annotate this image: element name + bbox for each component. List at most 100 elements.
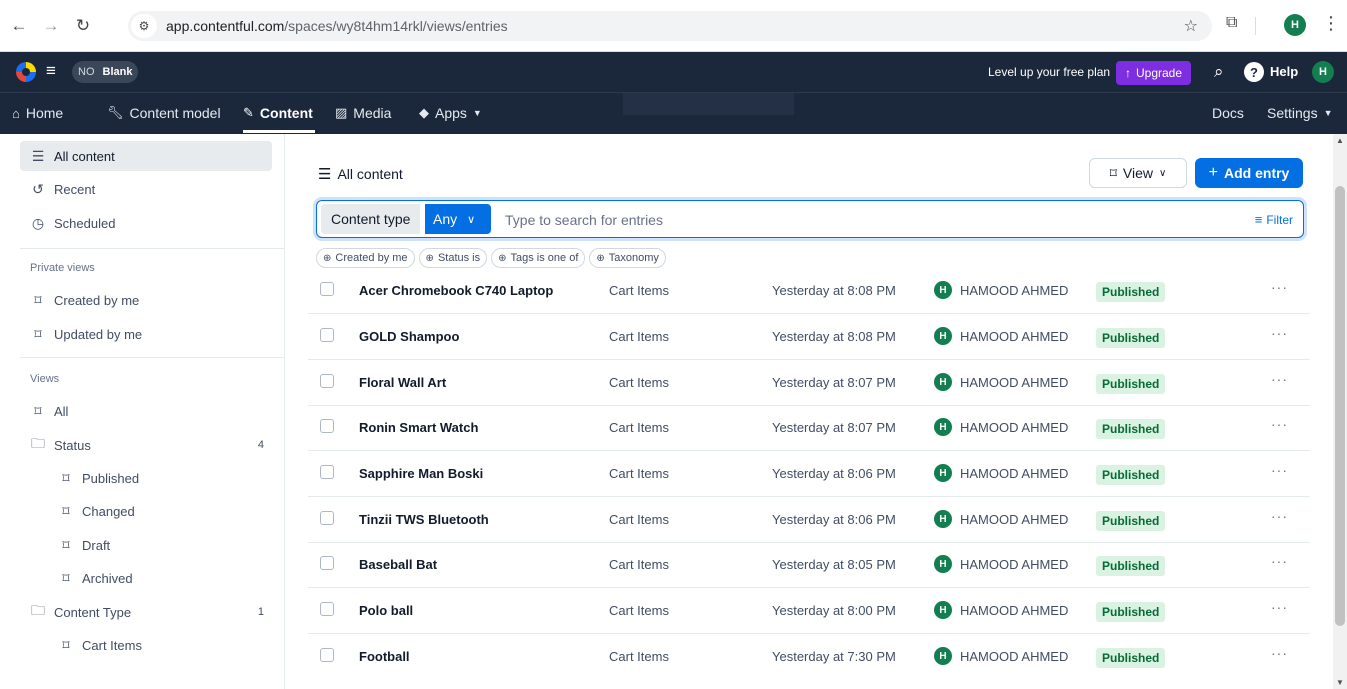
content-type-select[interactable]: Any ∨: [425, 204, 491, 234]
space-switcher[interactable]: NO Blank: [72, 61, 139, 83]
table-row[interactable]: GOLD Shampoo Cart Items Yesterday at 8:0…: [308, 314, 1310, 360]
entry-name[interactable]: Polo ball: [359, 603, 413, 618]
table-row[interactable]: Tinzii TWS Bluetooth Cart Items Yesterda…: [308, 497, 1310, 543]
entry-updated: Yesterday at 8:07 PM: [772, 420, 896, 435]
nav-content[interactable]: ✎ Content: [243, 105, 313, 121]
row-checkbox[interactable]: [320, 511, 334, 525]
arrow-left-icon[interactable]: ←: [6, 13, 32, 39]
scroll-down-icon[interactable]: ▼: [1336, 678, 1344, 687]
sidebar-item-content-type[interactable]: 🗀︎ Content Type 1: [20, 597, 272, 627]
help-icon[interactable]: ?: [1244, 62, 1264, 82]
filter-button[interactable]: ≡ Filter: [1255, 212, 1293, 227]
nav-media[interactable]: ▨ Media: [335, 105, 391, 121]
upgrade-button[interactable]: ↑ Upgrade: [1116, 61, 1192, 85]
row-checkbox[interactable]: [320, 648, 334, 662]
tune-icon[interactable]: ⚙: [131, 14, 157, 38]
table-row[interactable]: Polo ball Cart Items Yesterday at 8:00 P…: [308, 588, 1310, 634]
sidebar-item-updated-by-me[interactable]: ⌑ Updated by me: [20, 319, 272, 349]
user-avatar[interactable]: H: [1312, 61, 1334, 83]
table-row[interactable]: Sapphire Man Boski Cart Items Yesterday …: [308, 451, 1310, 497]
table-row[interactable]: Acer Chromebook C740 Laptop Cart Items Y…: [308, 268, 1310, 314]
entry-name[interactable]: GOLD Shampoo: [359, 329, 459, 344]
table-row[interactable]: Football Cart Items Yesterday at 7:30 PM…: [308, 634, 1310, 680]
nav-content-model[interactable]: 🔧︎ Content model: [107, 105, 221, 121]
more-actions-icon[interactable]: ···: [1271, 371, 1288, 387]
author-avatar: H: [934, 418, 952, 436]
row-checkbox[interactable]: [320, 328, 334, 342]
more-actions-icon[interactable]: ···: [1271, 279, 1288, 295]
more-actions-icon[interactable]: ···: [1271, 325, 1288, 341]
private-views-heading: Private views: [30, 262, 95, 274]
nav-docs[interactable]: Docs: [1212, 105, 1244, 121]
more-actions-icon[interactable]: ···: [1271, 599, 1288, 615]
row-checkbox[interactable]: [320, 282, 334, 296]
nav-apps-label: Apps: [435, 105, 467, 121]
sidebar-item-cart-items[interactable]: ⌑ Cart Items: [20, 630, 272, 660]
entry-name[interactable]: Baseball Bat: [359, 557, 437, 572]
reload-icon[interactable]: ↻: [70, 13, 96, 39]
table-row[interactable]: Baseball Bat Cart Items Yesterday at 8:0…: [308, 542, 1310, 588]
sidebar-item-all-content[interactable]: ☰ All content: [20, 141, 272, 171]
sidebar-item-published[interactable]: ⌑ Published: [20, 463, 272, 493]
more-actions-icon[interactable]: ···: [1271, 462, 1288, 478]
profile-avatar[interactable]: H: [1284, 14, 1306, 36]
contentful-logo[interactable]: [16, 62, 36, 82]
nav-home[interactable]: ⌂ Home: [12, 105, 63, 121]
scrollbar-thumb[interactable]: [1335, 186, 1345, 626]
url-host: app.contentful.com: [166, 18, 285, 34]
search-icon[interactable]: ⌕: [1214, 62, 1224, 82]
row-checkbox[interactable]: [320, 419, 334, 433]
entry-name[interactable]: Tinzii TWS Bluetooth: [359, 512, 489, 527]
entry-author: HAMOOD AHMED: [960, 603, 1069, 618]
entry-name[interactable]: Sapphire Man Boski: [359, 466, 483, 481]
caret-down-icon: ▼: [472, 108, 482, 118]
feather-icon: ✎: [243, 105, 254, 120]
more-actions-icon[interactable]: ···: [1271, 416, 1288, 432]
address-bar[interactable]: ⚙ app.contentful.com/spaces/wy8t4hm14rkl…: [128, 11, 1212, 41]
table-row[interactable]: Ronin Smart Watch Cart Items Yesterday a…: [308, 405, 1310, 451]
sidebar-item-changed[interactable]: ⌑ Changed: [20, 496, 272, 526]
nav-apps[interactable]: ◆ Apps ▼: [419, 105, 482, 121]
view-button[interactable]: ⌑ View ∨: [1089, 158, 1187, 188]
nav-settings[interactable]: Settings ▼: [1267, 105, 1333, 121]
entry-name[interactable]: Acer Chromebook C740 Laptop: [359, 283, 553, 298]
chip-tags-is-one-of[interactable]: ⊕ Tags is one of: [491, 248, 586, 268]
sidebar-item-status[interactable]: 🗀︎ Status 4: [20, 430, 272, 460]
status-badge: Published: [1096, 648, 1166, 668]
more-actions-icon[interactable]: ···: [1271, 508, 1288, 524]
sidebar-item-all[interactable]: ⌑ All: [20, 396, 272, 426]
scroll-up-icon[interactable]: ▲: [1336, 136, 1344, 145]
arrow-right-icon[interactable]: →: [38, 13, 64, 39]
table-row[interactable]: Floral Wall Art Cart Items Yesterday at …: [308, 360, 1310, 406]
sidebar-item-recent[interactable]: ↺ Recent: [20, 174, 272, 204]
scrollbar[interactable]: ▲ ▼: [1333, 134, 1347, 689]
hamburger-icon[interactable]: ≡: [46, 61, 56, 81]
entry-name[interactable]: Floral Wall Art: [359, 375, 446, 390]
star-icon[interactable]: ☆: [1184, 16, 1198, 36]
chip-status-is[interactable]: ⊕ Status is: [418, 248, 488, 268]
more-actions-icon[interactable]: ···: [1271, 645, 1288, 661]
search-input[interactable]: [505, 209, 1205, 231]
row-checkbox[interactable]: [320, 556, 334, 570]
row-checkbox[interactable]: [320, 465, 334, 479]
row-checkbox[interactable]: [320, 602, 334, 616]
puzzle-icon[interactable]: ⧉: [1226, 14, 1237, 32]
chip-created-by-me[interactable]: ⊕ Created by me: [316, 248, 415, 268]
entry-name[interactable]: Football: [359, 649, 410, 664]
sidebar-item-created-by-me[interactable]: ⌑ Created by me: [20, 285, 272, 315]
nav-docs-label: Docs: [1212, 105, 1244, 121]
more-actions-icon[interactable]: ···: [1271, 553, 1288, 569]
help-link[interactable]: Help: [1270, 64, 1298, 79]
chip-taxonomy[interactable]: ⊕ Taxonomy: [589, 248, 666, 268]
add-entry-button[interactable]: + Add entry: [1195, 158, 1303, 188]
row-checkbox[interactable]: [320, 374, 334, 388]
caret-down-icon: ▼: [1323, 108, 1333, 118]
sidebar-item-scheduled[interactable]: ◷ Scheduled: [20, 208, 272, 238]
entry-updated: Yesterday at 8:08 PM: [772, 329, 896, 344]
sidebar-item-archived[interactable]: ⌑ Archived: [20, 563, 272, 593]
image-icon: ▨: [335, 105, 348, 120]
entry-name[interactable]: Ronin Smart Watch: [359, 420, 478, 435]
kebab-icon[interactable]: ⋮: [1322, 13, 1340, 34]
url-text[interactable]: app.contentful.com/spaces/wy8t4hm14rkl/v…: [166, 18, 508, 34]
sidebar-item-draft[interactable]: ⌑ Draft: [20, 530, 272, 560]
